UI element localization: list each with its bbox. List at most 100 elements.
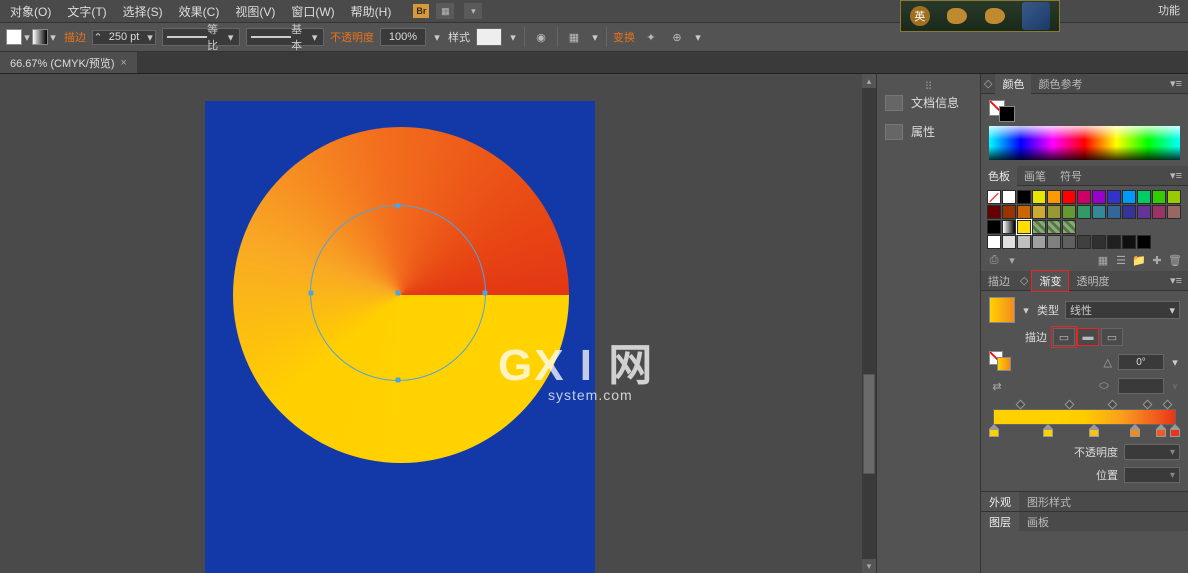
swatch[interactable] [1167, 205, 1181, 219]
swatch[interactable] [1062, 235, 1076, 249]
stroke-weight-dropdown-icon[interactable]: ▾ [145, 31, 155, 44]
angle-dropdown-icon[interactable]: ▾ [1170, 356, 1180, 369]
swatch-options-icon[interactable]: ☰ [1114, 253, 1128, 267]
fillstroke-proxy[interactable] [989, 100, 1017, 122]
gradient-stop[interactable] [989, 424, 999, 436]
gradient-midpoint[interactable] [1142, 400, 1152, 410]
gradient-stop[interactable] [1170, 424, 1180, 436]
scroll-down-icon[interactable]: ▾ [862, 559, 876, 573]
menu-select[interactable]: 选择(S) [117, 1, 169, 22]
stroke-proxy[interactable] [999, 106, 1015, 122]
opacity-input[interactable] [380, 28, 426, 46]
swatch[interactable] [1047, 190, 1061, 204]
canvas-area[interactable]: GX I 网 system.com ▴ ▾ [0, 74, 876, 573]
arrange-dropdown-icon[interactable]: ▾ [464, 3, 482, 19]
swatch[interactable] [1107, 235, 1121, 249]
tab-appearance[interactable]: 外观 [981, 492, 1019, 511]
close-tab-icon[interactable]: × [121, 57, 127, 69]
stroke-within-icon[interactable]: ▭ [1053, 328, 1075, 346]
menu-object[interactable]: 对象(O) [4, 1, 57, 22]
align-icon[interactable]: ▦ [564, 27, 584, 47]
swatch[interactable] [1122, 190, 1136, 204]
swatch[interactable] [987, 220, 1001, 234]
tab-symbols[interactable]: 符号 [1053, 166, 1089, 186]
align-dropdown-icon[interactable]: ▾ [590, 31, 600, 44]
transform-dropdown-icon[interactable]: ▾ [693, 31, 703, 44]
selection-outline[interactable] [310, 205, 486, 381]
ime-banner[interactable]: 英 [900, 0, 1060, 32]
recolor-icon[interactable]: ◉ [531, 27, 551, 47]
brush-dropdown-icon[interactable]: ▾ [310, 31, 319, 44]
panel-docinfo[interactable]: 文档信息 [877, 88, 980, 117]
swatch[interactable] [987, 205, 1001, 219]
gradient-stop[interactable] [1089, 424, 1099, 436]
panel-menu-icon[interactable]: ▾≡ [1164, 169, 1188, 182]
swatch[interactable] [1122, 205, 1136, 219]
gradient-preview[interactable] [989, 297, 1015, 323]
swatch[interactable] [1062, 205, 1076, 219]
transform-label[interactable]: 变换 [613, 29, 635, 45]
swatch[interactable] [1032, 190, 1046, 204]
swatch[interactable] [1002, 205, 1016, 219]
stop-opacity-input[interactable]: ▾ [1124, 444, 1180, 460]
stroke-along-icon[interactable]: ▬ [1077, 328, 1099, 346]
anchor-right[interactable] [483, 291, 488, 296]
swatch[interactable] [1047, 235, 1061, 249]
swatch[interactable] [1062, 190, 1076, 204]
profile-dropdown-icon[interactable]: ▾ [226, 31, 235, 44]
scroll-up-icon[interactable]: ▴ [862, 74, 876, 88]
swatch[interactable] [1017, 235, 1031, 249]
tab-graphic-styles[interactable]: 图形样式 [1019, 492, 1079, 511]
decrement-icon[interactable]: ⌃ [93, 31, 103, 44]
grad-fillstroke-proxy[interactable] [989, 351, 1013, 373]
stroke-weight-field[interactable]: ⌃ ▾ [92, 30, 156, 45]
gradient-angle-input[interactable] [1118, 354, 1164, 370]
menu-view[interactable]: 视图(V) [229, 1, 281, 22]
tab-gradient[interactable]: 渐变 [1031, 270, 1069, 292]
menu-window[interactable]: 窗口(W) [285, 1, 340, 22]
document-tab[interactable]: 66.67% (CMYK/预览) × [0, 52, 137, 73]
anchor-bottom[interactable] [396, 378, 401, 383]
swatch[interactable] [987, 190, 1001, 204]
swatch[interactable] [1062, 220, 1076, 234]
gradient-midpoint[interactable] [1162, 400, 1172, 410]
tab-stroke[interactable]: 描边 [981, 271, 1017, 291]
stop-position-input[interactable]: ▾ [1124, 467, 1180, 483]
swatch[interactable] [1032, 205, 1046, 219]
swatch[interactable] [1167, 190, 1181, 204]
fill-dropdown-icon[interactable]: ▾ [22, 29, 32, 45]
gradient-midpoint[interactable] [1065, 400, 1075, 410]
tab-transparency[interactable]: 透明度 [1069, 271, 1116, 291]
gradient-track[interactable] [993, 409, 1176, 425]
swatch[interactable] [1137, 205, 1151, 219]
panel-collapse-icon[interactable]: ◇ [1020, 274, 1028, 287]
gradient-type-select[interactable]: 线性 ▾ [1065, 301, 1180, 319]
gradient-stop[interactable] [1130, 424, 1140, 436]
swatch[interactable] [1017, 190, 1031, 204]
new-group-icon[interactable]: 📁 [1132, 253, 1146, 267]
tab-artboards[interactable]: 画板 [1019, 512, 1057, 531]
swatch[interactable] [1017, 220, 1031, 234]
swatch[interactable] [1092, 205, 1106, 219]
swatch[interactable] [1077, 205, 1091, 219]
swatch[interactable] [1122, 235, 1136, 249]
swatch-kind-icon[interactable]: ▦ [1096, 253, 1110, 267]
swatch[interactable] [1077, 235, 1091, 249]
menu-effect[interactable]: 效果(C) [173, 1, 226, 22]
swatch[interactable] [1017, 205, 1031, 219]
transform-icon-2[interactable]: ⊕ [667, 27, 687, 47]
panel-menu-icon[interactable]: ▾≡ [1164, 77, 1188, 90]
stroke-weight-input[interactable] [103, 31, 145, 43]
bridge-icon[interactable]: Br [413, 4, 429, 18]
stroke-dropdown-icon[interactable]: ▾ [48, 29, 58, 45]
gradient-stop[interactable] [1156, 424, 1166, 436]
gradient-midpoint[interactable] [1016, 400, 1026, 410]
fill-swatch[interactable] [6, 29, 22, 45]
gradient-preset-dropdown-icon[interactable]: ▾ [1021, 304, 1031, 317]
swatch[interactable] [1092, 235, 1106, 249]
swatch[interactable] [1092, 190, 1106, 204]
swatch[interactable] [1137, 190, 1151, 204]
profile-select[interactable]: 等比 ▾ [162, 28, 240, 46]
swatch[interactable] [1002, 220, 1016, 234]
menu-help[interactable]: 帮助(H) [345, 1, 398, 22]
